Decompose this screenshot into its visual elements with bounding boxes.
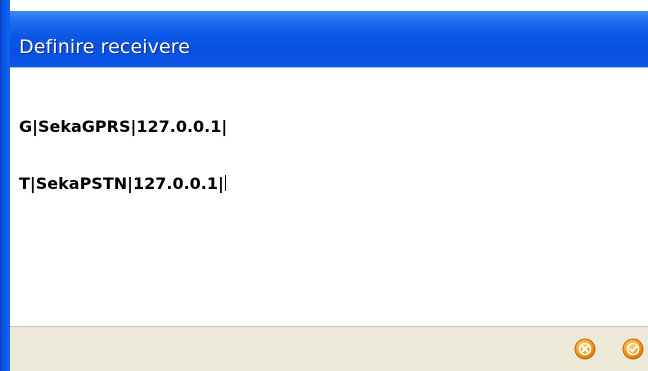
cancel-circle-icon xyxy=(574,338,596,360)
titlebar-top-edge xyxy=(0,0,648,11)
button-bar xyxy=(10,326,648,371)
editor-line-2: T|SekaPSTN|127.0.0.1| xyxy=(19,174,639,193)
check-circle-icon xyxy=(622,338,644,360)
editor-panel: G|SekaGPRS|127.0.0.1| T|SekaPSTN|127.0.0… xyxy=(10,67,648,326)
receivers-textarea[interactable]: G|SekaGPRS|127.0.0.1| T|SekaPSTN|127.0.0… xyxy=(19,79,639,319)
window-left-border xyxy=(0,0,10,371)
window-title: Definire receivere xyxy=(19,36,191,58)
cancel-button[interactable] xyxy=(574,338,596,360)
dialog-window: Definire receivere G|SekaGPRS|127.0.0.1|… xyxy=(0,0,648,371)
editor-line-2-text: T|SekaPSTN|127.0.0.1| xyxy=(19,174,224,193)
ok-button[interactable] xyxy=(622,338,644,360)
text-caret xyxy=(224,175,226,191)
editor-line-1: G|SekaGPRS|127.0.0.1| xyxy=(19,117,228,136)
title-bar[interactable]: Definire receivere xyxy=(0,11,648,67)
